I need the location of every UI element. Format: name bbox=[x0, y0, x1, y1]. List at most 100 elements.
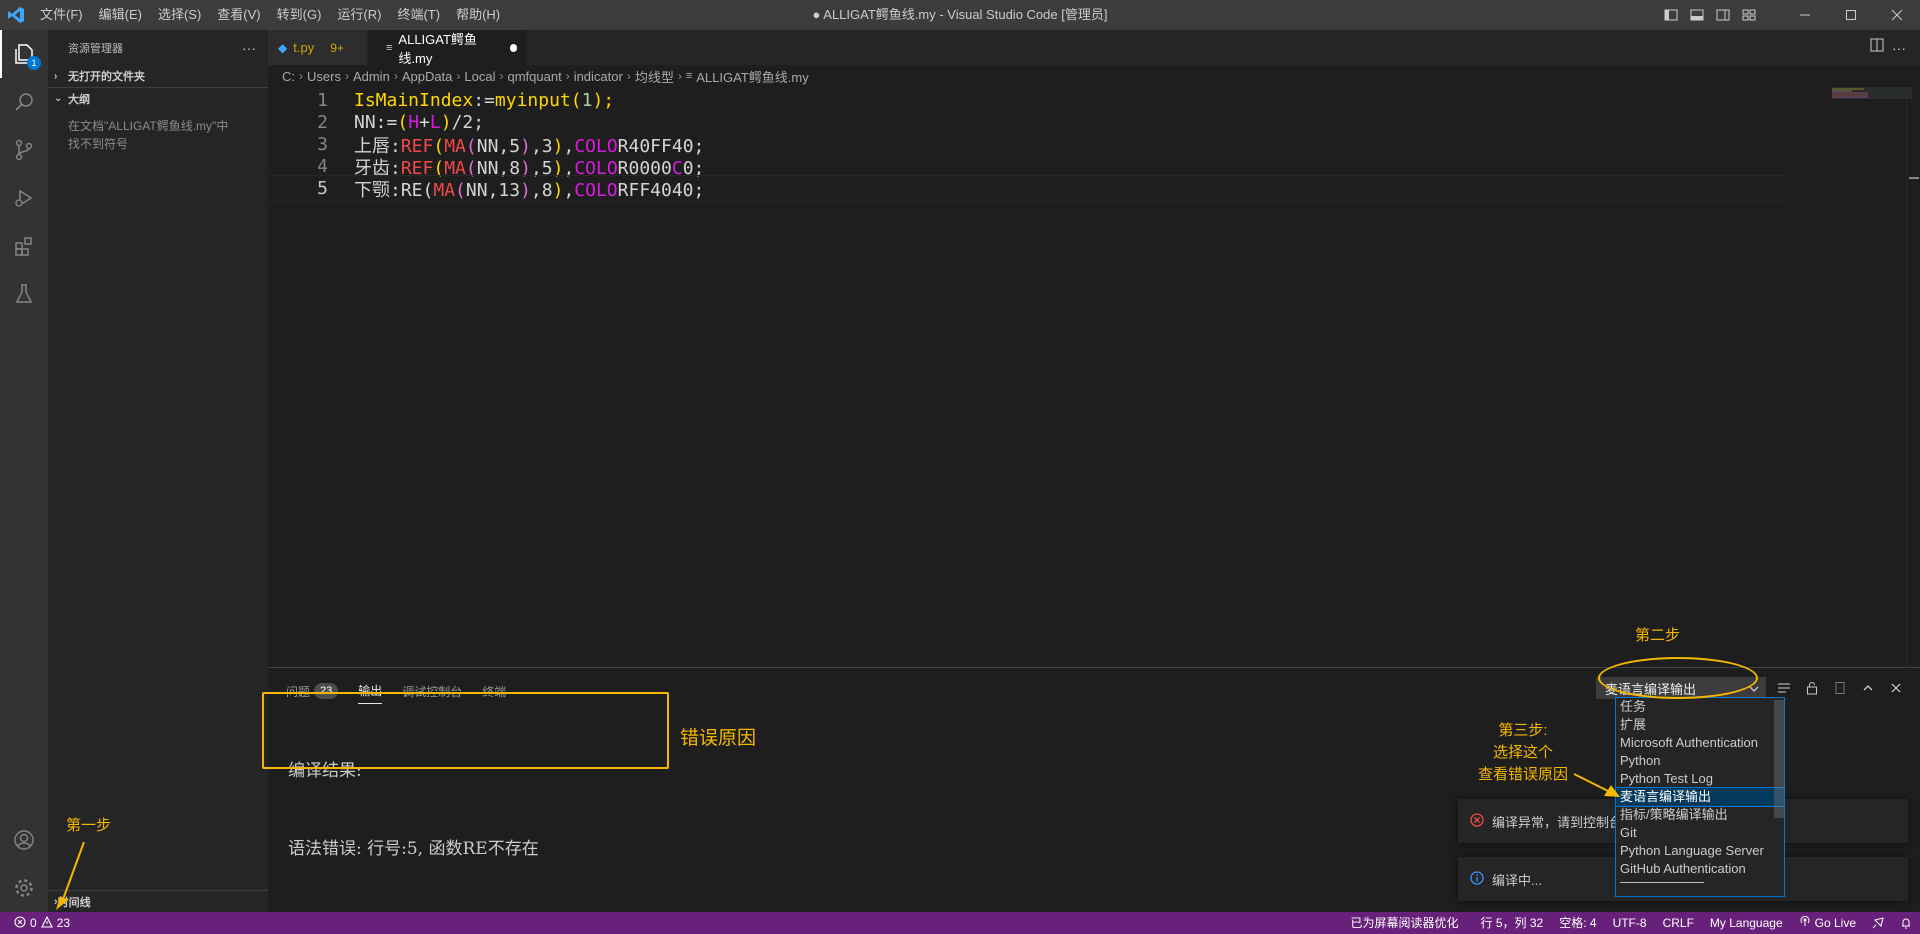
problems-status[interactable]: 0 23 bbox=[0, 912, 70, 934]
breadcrumb: C: › Users › Admin › AppData › Local › qmfqua… bbox=[282, 67, 809, 86]
dropdown-option-selected[interactable]: 麦语言编译输出 bbox=[1615, 787, 1785, 807]
dropdown-option[interactable]: Python Test Log bbox=[1616, 770, 1784, 788]
testing-flask-icon[interactable] bbox=[0, 270, 48, 318]
dropdown-option[interactable]: 扩展 bbox=[1616, 716, 1784, 734]
no-folder-section[interactable]: › 无打开的文件夹 bbox=[48, 65, 268, 87]
file-lines-icon: ≡ bbox=[685, 70, 693, 82]
no-folder-label: 无打开的文件夹 bbox=[68, 71, 145, 83]
split-editor-icon[interactable] bbox=[1870, 38, 1884, 57]
status-right: 已为屏幕阅读器优化 行 5，列 32 空格: 4 UTF-8 CRLF My L… bbox=[1343, 912, 1920, 934]
menu-view[interactable]: 查看(V) bbox=[209, 0, 268, 30]
settings-gear-icon[interactable] bbox=[0, 864, 48, 912]
file-lines-icon: ≡ bbox=[386, 41, 393, 54]
crumb-admin[interactable]: Admin bbox=[353, 69, 390, 84]
menu-file[interactable]: 文件(F) bbox=[32, 0, 91, 30]
warning-count: 23 bbox=[56, 916, 71, 930]
editor-actions: ··· bbox=[1870, 30, 1920, 65]
tab-label: ALLIGAT鳄鱼线.my bbox=[398, 31, 477, 66]
search-icon[interactable] bbox=[0, 78, 48, 126]
tab-alligat-my[interactable]: ≡ ALLIGAT鳄鱼线.my bbox=[368, 30, 528, 66]
more-actions-button[interactable]: ··· bbox=[242, 40, 256, 56]
encoding[interactable]: UTF-8 bbox=[1605, 912, 1655, 934]
crumb-users[interactable]: Users bbox=[307, 69, 341, 84]
toggle-secondary-sidebar-icon[interactable] bbox=[1710, 0, 1736, 30]
timeline-section[interactable]: › 时间线 bbox=[48, 890, 268, 912]
notification-message: 编译异常，请到控制台 bbox=[1492, 814, 1623, 830]
source-control-icon[interactable] bbox=[0, 126, 48, 174]
more-editor-actions-icon[interactable]: ··· bbox=[1892, 40, 1906, 56]
vscode-logo-icon bbox=[0, 0, 32, 30]
outline-msg-line1: 在文档"ALLIGAT鳄鱼线.my"中 bbox=[68, 119, 229, 133]
dropdown-option[interactable]: 任务 bbox=[1616, 698, 1784, 716]
code-editor[interactable]: 1 IsMainIndex:=myinput(1); 2 NN:=(H+L)/2… bbox=[268, 87, 1920, 667]
vscode-window: 文件(F) 编辑(E) 选择(S) 查看(V) 转到(G) 运行(R) 终端(T… bbox=[0, 0, 1920, 934]
minimap[interactable] bbox=[1802, 87, 1912, 667]
outline-label: 大纲 bbox=[68, 93, 90, 106]
dropdown-option[interactable]: Microsoft Authentication bbox=[1616, 734, 1784, 752]
timeline-label: 时间线 bbox=[57, 896, 91, 909]
code-text: IsMainIndex:=myinput(1); bbox=[354, 90, 615, 111]
menu-help[interactable]: 帮助(H) bbox=[448, 0, 508, 30]
accounts-icon[interactable] bbox=[0, 816, 48, 864]
code-line-5: 5 下颚:RE(MA(NN,13),8),COLORFF4040; bbox=[268, 175, 1788, 202]
dropdown-option[interactable]: GitHub Authentication bbox=[1616, 860, 1784, 878]
outline-empty-message: 在文档"ALLIGAT鳄鱼线.my"中 找不到符号 bbox=[48, 109, 268, 161]
notifications-bell-icon[interactable] bbox=[1892, 912, 1920, 934]
close-panel-icon[interactable] bbox=[1886, 678, 1906, 698]
crumb-appdata[interactable]: AppData bbox=[402, 69, 453, 84]
maximize-panel-icon[interactable] bbox=[1858, 678, 1878, 698]
close-window-icon[interactable] bbox=[1874, 0, 1920, 30]
cursor-position[interactable]: 行 5，列 32 bbox=[1473, 912, 1552, 934]
menu-selection[interactable]: 选择(S) bbox=[150, 0, 209, 30]
dropdown-option[interactable]: Python Language Server bbox=[1616, 842, 1784, 860]
crumb-file[interactable]: ALLIGAT鳄鱼线.my bbox=[696, 67, 808, 86]
go-live-button[interactable]: Go Live bbox=[1791, 912, 1864, 934]
chevron-down-icon: ⌄ bbox=[54, 93, 63, 104]
annotation-reason: 错误原因 bbox=[680, 728, 757, 749]
extensions-icon[interactable] bbox=[0, 222, 48, 270]
unsaved-dot-icon[interactable] bbox=[510, 43, 517, 52]
clear-output-icon[interactable] bbox=[1774, 678, 1794, 698]
broadcast-icon bbox=[1799, 912, 1811, 934]
run-debug-icon[interactable] bbox=[0, 174, 48, 222]
crumb-drive[interactable]: C: bbox=[282, 69, 295, 84]
menu-go[interactable]: 转到(G) bbox=[269, 0, 330, 30]
editor-scrollbar[interactable] bbox=[1906, 87, 1920, 667]
crumb-indicator[interactable]: indicator bbox=[574, 69, 623, 84]
line-number: 5 bbox=[317, 178, 328, 199]
customize-layout-icon[interactable] bbox=[1736, 0, 1762, 30]
dropdown-scrollbar[interactable] bbox=[1774, 700, 1784, 818]
outline-section[interactable]: ⌄ 大纲 bbox=[48, 87, 268, 109]
annotation-step3-line2: 选择这个 bbox=[1492, 744, 1553, 761]
dropdown-option[interactable]: Python bbox=[1616, 752, 1784, 770]
language-mode[interactable]: My Language bbox=[1702, 912, 1791, 934]
menu-edit[interactable]: 编辑(E) bbox=[91, 0, 150, 30]
title-bar: 文件(F) 编辑(E) 选择(S) 查看(V) 转到(G) 运行(R) 终端(T… bbox=[0, 0, 1920, 30]
indentation[interactable]: 空格: 4 bbox=[1551, 912, 1604, 934]
crumb-qmfquant[interactable]: qmfquant bbox=[507, 69, 561, 84]
error-count: 0 bbox=[30, 916, 37, 930]
select-highlight-ellipse bbox=[1598, 657, 1758, 699]
minimize-icon[interactable] bbox=[1782, 0, 1828, 30]
feedback-icon[interactable] bbox=[1864, 912, 1892, 934]
dropdown-option[interactable]: Git bbox=[1616, 824, 1784, 842]
toggle-panel-icon[interactable] bbox=[1684, 0, 1710, 30]
status-bar: 0 23 已为屏幕阅读器优化 行 5，列 32 空格: 4 UTF-8 CRLF… bbox=[0, 912, 1920, 934]
open-log-file-icon[interactable] bbox=[1830, 678, 1850, 698]
end-of-line[interactable]: CRLF bbox=[1655, 912, 1702, 934]
lock-scroll-icon[interactable] bbox=[1802, 678, 1822, 698]
crumb-local[interactable]: Local bbox=[464, 69, 495, 84]
menu-run[interactable]: 运行(R) bbox=[329, 0, 389, 30]
output-channel-dropdown: 任务 扩展 Microsoft Authentication Python Py… bbox=[1615, 697, 1785, 897]
maximize-icon[interactable] bbox=[1828, 0, 1874, 30]
tab-t-py[interactable]: ◆ t.py 9+ bbox=[268, 30, 368, 65]
annotation-step3-line1: 第三步: bbox=[1498, 722, 1548, 739]
screen-reader-status[interactable]: 已为屏幕阅读器优化 bbox=[1343, 912, 1467, 934]
sidebar-header: 资源管理器 ··· bbox=[48, 30, 268, 65]
editor-tabs: ◆ t.py 9+ ≡ ALLIGAT鳄鱼线.my ··· bbox=[268, 30, 1920, 66]
menu-terminal[interactable]: 终端(T) bbox=[389, 0, 448, 30]
toggle-sidebar-icon[interactable] bbox=[1658, 0, 1684, 30]
crumb-folder[interactable]: 均线型 bbox=[635, 67, 674, 86]
explorer-icon[interactable]: 1 bbox=[0, 30, 48, 78]
dropdown-option[interactable]: 指标/策略编译输出 bbox=[1616, 806, 1784, 824]
